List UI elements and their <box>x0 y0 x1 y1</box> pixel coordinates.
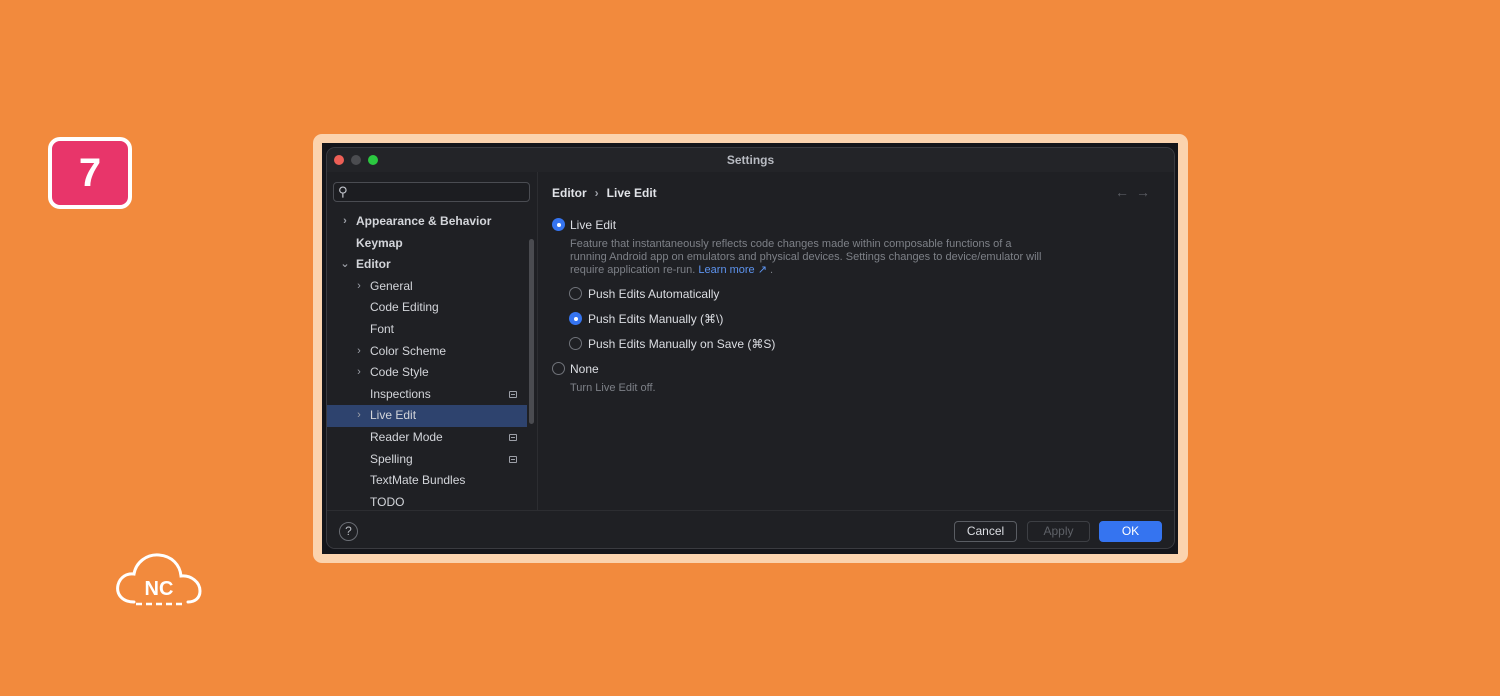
push-on-save-label[interactable]: Push Edits Manually on Save (⌘S) <box>588 337 775 351</box>
none-description: Turn Live Edit off. <box>570 382 656 394</box>
title-bar: Settings <box>327 148 1174 172</box>
chevron-right-icon[interactable]: › <box>353 341 365 363</box>
sidebar-item-color-scheme[interactable]: › Color Scheme <box>327 341 527 363</box>
step-number-badge: 7 <box>48 137 132 209</box>
sidebar-item-code-editing[interactable]: Code Editing <box>327 297 527 319</box>
sidebar-item-label: Reader Mode <box>370 429 443 444</box>
forward-arrow-icon[interactable]: → <box>1136 184 1150 200</box>
sidebar-item-editor[interactable]: ⌄ Editor <box>327 254 527 276</box>
breadcrumb-editor[interactable]: Editor <box>552 186 587 200</box>
sidebar-item-code-style[interactable]: › Code Style <box>327 362 527 384</box>
dialog-footer: ? Cancel Apply OK <box>327 510 1174 548</box>
cloud-logo-icon: NC <box>116 553 202 606</box>
breadcrumb: Editor › Live Edit <box>552 186 657 200</box>
live-edit-description-line-2: running Android app on emulators and phy… <box>570 251 1042 263</box>
sidebar-item-label: Font <box>370 321 395 336</box>
chevron-right-icon[interactable]: › <box>353 362 365 384</box>
ok-button[interactable]: OK <box>1099 521 1162 542</box>
push-on-save-radio[interactable] <box>569 337 582 350</box>
breadcrumb-separator: › <box>594 186 599 200</box>
push-auto-radio[interactable] <box>569 287 582 300</box>
sidebar-item-label: General <box>370 278 413 293</box>
sidebar-item-label: Appearance & Behavior <box>356 214 492 228</box>
sidebar-item-label: TextMate Bundles <box>370 473 466 488</box>
settings-search-input[interactable]: ⚲ <box>333 182 530 202</box>
sidebar-item-label: Code Editing <box>370 300 439 315</box>
sidebar-item-label: Code Style <box>370 365 429 380</box>
back-arrow-icon[interactable]: ← <box>1115 184 1129 200</box>
sidebar-item-general[interactable]: › General <box>327 276 527 298</box>
apply-button[interactable]: Apply <box>1027 521 1090 542</box>
chevron-right-icon[interactable]: › <box>339 211 351 233</box>
sidebar-item-font[interactable]: Font <box>327 319 527 341</box>
sidebar-item-label: Spelling <box>370 451 413 466</box>
sidebar-item-label: Color Scheme <box>370 343 447 358</box>
settings-sidebar: ⚲ › Appearance & Behavior Keymap ⌄ Edito… <box>327 172 538 510</box>
sidebar-item-textmate-bundles[interactable]: TextMate Bundles <box>327 470 527 492</box>
sidebar-item-label: Editor <box>356 257 391 272</box>
none-label[interactable]: None <box>570 362 599 376</box>
settings-window: Settings ⚲ › Appearance & Behavior Keyma… <box>326 147 1175 549</box>
sidebar-item-spelling[interactable]: Spelling <box>327 449 527 471</box>
project-settings-icon <box>509 390 517 398</box>
sidebar-item-appearance-behavior[interactable]: › Appearance & Behavior <box>327 211 527 233</box>
sidebar-item-inspections[interactable]: Inspections <box>327 384 527 406</box>
learn-more-link[interactable]: Learn more ↗ <box>698 264 767 276</box>
live-edit-description: Feature that instantaneously reflects co… <box>570 238 1130 277</box>
push-manual-radio[interactable] <box>569 312 582 325</box>
help-button[interactable]: ? <box>339 522 358 541</box>
breadcrumb-live-edit: Live Edit <box>606 186 657 200</box>
cancel-button[interactable]: Cancel <box>954 521 1017 542</box>
none-radio[interactable] <box>552 362 565 375</box>
chevron-right-icon[interactable]: › <box>353 405 365 427</box>
live-edit-radio[interactable] <box>552 218 565 231</box>
sidebar-item-live-edit[interactable]: › Live Edit <box>327 405 527 427</box>
live-edit-label[interactable]: Live Edit <box>570 218 616 232</box>
project-settings-icon <box>509 433 517 441</box>
sidebar-item-label: Live Edit <box>370 408 417 423</box>
sidebar-item-reader-mode[interactable]: Reader Mode <box>327 427 527 449</box>
sidebar-item-keymap[interactable]: Keymap <box>327 233 527 255</box>
settings-tree: › Appearance & Behavior Keymap ⌄ Editor … <box>327 211 527 513</box>
search-icon: ⚲ <box>338 184 348 199</box>
live-edit-description-line-1: Feature that instantaneously reflects co… <box>570 238 1012 250</box>
logo-text: NC <box>145 578 174 600</box>
settings-content: Editor › Live Edit ← → Live Edit Feature t… <box>539 172 1174 510</box>
sidebar-item-label: Inspections <box>370 386 431 401</box>
project-settings-icon <box>509 455 517 463</box>
chevron-down-icon[interactable]: ⌄ <box>339 254 351 276</box>
live-edit-description-line-3: require application re-run. <box>570 264 696 276</box>
sidebar-scrollbar[interactable] <box>529 239 534 424</box>
sidebar-item-label: Keymap <box>356 235 403 250</box>
push-auto-label[interactable]: Push Edits Automatically <box>588 287 719 301</box>
description-period: . <box>770 264 774 276</box>
push-manual-label[interactable]: Push Edits Manually (⌘\) <box>588 312 723 326</box>
chevron-right-icon[interactable]: › <box>353 276 365 298</box>
window-title: Settings <box>726 153 775 167</box>
